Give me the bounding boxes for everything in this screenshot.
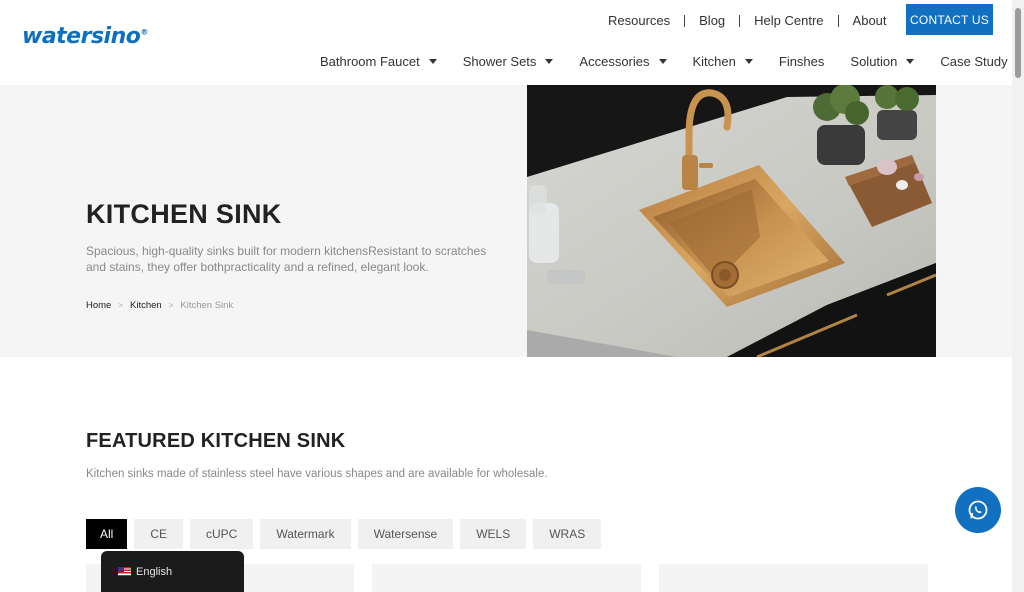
- divider: [739, 14, 741, 27]
- product-card[interactable]: [372, 564, 641, 592]
- nav-item-shower-sets[interactable]: Shower Sets: [463, 54, 554, 69]
- hero-photo-illustration: [527, 85, 936, 357]
- nav-item-kitchen[interactable]: Kitchen: [693, 54, 753, 69]
- filter-watersense[interactable]: Watersense: [357, 519, 454, 549]
- language-label: English: [136, 565, 173, 578]
- contact-us-button[interactable]: CONTACT US: [906, 4, 993, 35]
- top-link-help-centre[interactable]: Help Centre: [746, 13, 831, 28]
- certification-filters: All CE cUPC Watermark Watersense WELS WR…: [86, 519, 608, 549]
- whatsapp-icon: [968, 500, 988, 520]
- divider: [837, 14, 839, 27]
- caret-down-icon: [428, 59, 437, 64]
- page-title: KITCHEN SINK: [86, 199, 282, 229]
- filter-cupc[interactable]: cUPC: [190, 519, 254, 549]
- nav-item-label: Shower Sets: [462, 54, 537, 69]
- nav-item-accessories[interactable]: Accessories: [579, 54, 667, 69]
- top-link-resources[interactable]: Resources: [600, 13, 678, 28]
- nav-item-label: Solution: [850, 54, 898, 69]
- nav-item-label: Accessories: [579, 54, 650, 69]
- breadcrumb-separator: >: [118, 301, 124, 310]
- breadcrumb-kitchen[interactable]: Kitchen: [130, 300, 162, 311]
- caret-down-icon: [744, 59, 753, 64]
- breadcrumb-current: Kitchen Sink: [180, 300, 234, 311]
- filter-watermark[interactable]: Watermark: [260, 519, 351, 549]
- caret-down-icon: [658, 59, 667, 64]
- nav-item-solution[interactable]: Solution: [850, 54, 915, 69]
- logo-text: watersino: [22, 24, 141, 49]
- nav-item-label: Finshes: [778, 54, 825, 69]
- nav-item-label: Case Study: [940, 54, 1008, 69]
- kitchen-sink-hero-image: [527, 85, 936, 357]
- filter-ce[interactable]: CE: [134, 519, 184, 549]
- nav-item-label: Kitchen: [692, 54, 736, 69]
- caret-down-icon: [906, 59, 915, 64]
- caret-down-icon: [545, 59, 554, 64]
- us-flag-icon: [118, 567, 131, 576]
- filter-wels[interactable]: WELS: [460, 519, 527, 549]
- hero-description: Spacious, high-quality sinks built for m…: [86, 244, 487, 274]
- nav-item-bathroom-faucet[interactable]: Bathroom Faucet: [320, 54, 437, 69]
- site-header: watersino® Resources Blog Help Centre Ab…: [0, 0, 1012, 85]
- breadcrumb-home[interactable]: Home: [86, 300, 111, 311]
- breadcrumb: Home > Kitchen > Kitchen Sink: [86, 300, 233, 311]
- filter-all[interactable]: All: [86, 519, 128, 549]
- scrollbar-thumb[interactable]: [1015, 8, 1021, 78]
- divider: [684, 14, 686, 27]
- featured-section-description: Kitchen sinks made of stainless steel ha…: [86, 468, 548, 480]
- nav-item-finshes[interactable]: Finshes: [779, 54, 825, 69]
- nav-item-label: Bathroom Faucet: [320, 54, 420, 69]
- top-link-about[interactable]: About: [845, 13, 895, 28]
- filter-wras[interactable]: WRAS: [533, 519, 602, 549]
- breadcrumb-separator: >: [168, 301, 174, 310]
- product-card[interactable]: [659, 564, 928, 592]
- language-switcher[interactable]: English: [101, 551, 244, 592]
- main-nav: Bathroom Faucet Shower Sets Accessories …: [320, 54, 1008, 69]
- page-scrollbar[interactable]: [1012, 0, 1024, 592]
- nav-item-case-study[interactable]: Case Study: [940, 54, 1007, 69]
- featured-section-title: FEATURED KITCHEN SINK: [86, 430, 346, 452]
- watersino-logo[interactable]: watersino®: [22, 24, 148, 49]
- top-link-blog[interactable]: Blog: [691, 13, 733, 28]
- registered-mark: ®: [140, 27, 148, 37]
- whatsapp-chat-button[interactable]: [955, 487, 1001, 533]
- top-links: Resources Blog Help Centre About: [600, 13, 895, 28]
